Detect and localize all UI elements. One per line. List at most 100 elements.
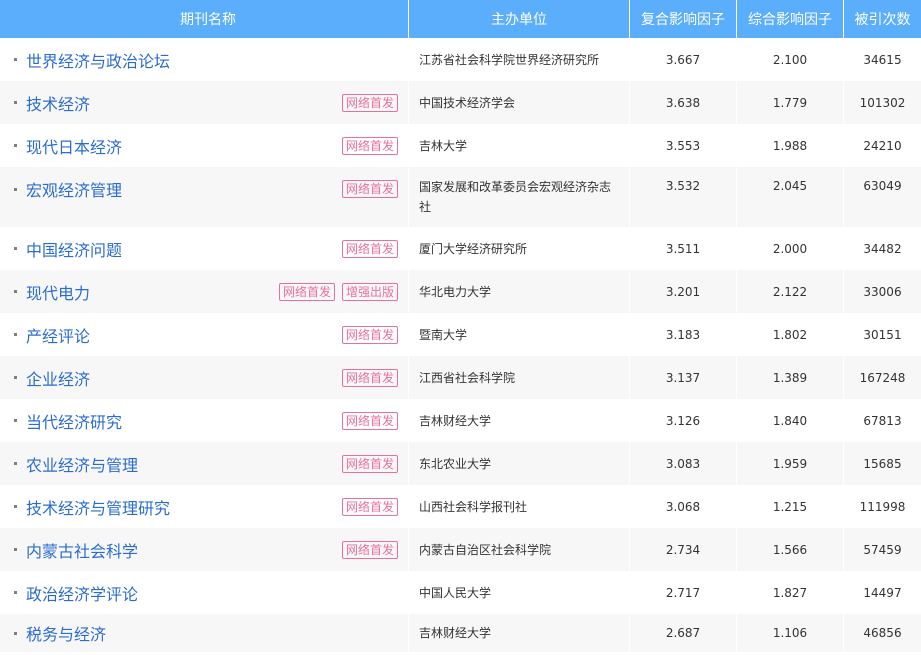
table-body: 世界经济与政治论坛 江苏省社会科学院世界经济研究所 3.667 2.100 34615 技… [0,38,921,652]
badge-group: 网络首发 增强出版 [278,282,398,301]
sponsor-cell: 江西省社会科学院 [409,356,630,399]
comprehensive-impact-factor-cell: 1.215 [737,485,844,528]
header-composite-impact-factor[interactable]: 复合影响因子 [630,0,737,38]
journal-name-cell: 企业经济 网络首发 [0,356,409,399]
bullet-icon [14,101,17,104]
composite-impact-factor-cell: 3.667 [630,38,737,81]
journal-name-wrap: 政治经济学评论 [8,581,398,605]
composite-impact-factor-cell: 3.201 [630,270,737,313]
table-row: 技术经济 网络首发 中国技术经济学会 3.638 1.779 101302 [0,81,921,124]
journal-name-wrap: 企业经济 网络首发 [8,366,398,390]
journal-name-cell: 农业经济与管理 网络首发 [0,442,409,485]
table-row: 农业经济与管理 网络首发 东北农业大学 3.083 1.959 15685 [0,442,921,485]
journal-title-link[interactable]: 内蒙古社会科学 [26,538,342,562]
badge-group: 网络首发 [341,93,398,112]
composite-impact-factor-cell: 3.553 [630,124,737,167]
bullet-icon [14,591,17,594]
composite-impact-factor-cell: 3.532 [630,167,737,227]
table-row: 中国经济问题 网络首发 厦门大学经济研究所 3.511 2.000 34482 [0,227,921,270]
table-row: 内蒙古社会科学 网络首发 内蒙古自治区社会科学院 2.734 1.566 57459 [0,528,921,571]
header-comprehensive-impact-factor[interactable]: 综合影响因子 [737,0,844,38]
bullet-icon [14,290,17,293]
journal-title-link[interactable]: 税务与经济 [26,621,398,645]
online-first-badge: 网络首发 [278,282,335,301]
sponsor-cell: 暨南大学 [409,313,630,356]
table-row: 当代经济研究 网络首发 吉林财经大学 3.126 1.840 67813 [0,399,921,442]
journal-title-link[interactable]: 现代日本经济 [26,134,342,158]
header-journal-name[interactable]: 期刊名称 [0,0,409,38]
journal-title-link[interactable]: 技术经济 [26,91,342,115]
online-first-badge: 网络首发 [341,368,398,387]
bullet-icon [14,548,17,551]
journal-name-cell: 中国经济问题 网络首发 [0,227,409,270]
sponsor-cell: 江苏省社会科学院世界经济研究所 [409,38,630,81]
composite-impact-factor-cell: 3.638 [630,81,737,124]
sponsor-cell: 吉林财经大学 [409,399,630,442]
bullet-icon [14,505,17,508]
journal-name-wrap: 内蒙古社会科学 网络首发 [8,538,398,562]
citation-count-cell: 15685 [844,442,921,485]
journal-name-cell: 现代日本经济 网络首发 [0,124,409,167]
comprehensive-impact-factor-cell: 1.827 [737,571,844,614]
header-sponsor[interactable]: 主办单位 [409,0,630,38]
comprehensive-impact-factor-cell: 2.000 [737,227,844,270]
online-first-badge: 网络首发 [341,136,398,155]
journal-name-cell: 内蒙古社会科学 网络首发 [0,528,409,571]
header-citation-count[interactable]: 被引次数 [844,0,921,38]
table-row: 宏观经济管理 网络首发 国家发展和改革委员会宏观经济杂志社 3.532 2.045 630… [0,167,921,227]
table-row: 技术经济与管理研究 网络首发 山西社会科学报刊社 3.068 1.215 111998 [0,485,921,528]
badge-group: 网络首发 [341,239,398,258]
journal-title-link[interactable]: 农业经济与管理 [26,452,342,476]
sponsor-cell: 中国技术经济学会 [409,81,630,124]
badge-group: 网络首发 [341,368,398,387]
journal-name-cell: 现代电力 网络首发 增强出版 [0,270,409,313]
journal-title-link[interactable]: 世界经济与政治论坛 [26,48,398,72]
badge-group: 网络首发 [341,454,398,473]
table-row: 世界经济与政治论坛 江苏省社会科学院世界经济研究所 3.667 2.100 34615 [0,38,921,81]
online-first-badge: 网络首发 [341,540,398,559]
journal-name-cell: 宏观经济管理 网络首发 [0,167,409,227]
citation-count-cell: 34482 [863,241,902,256]
journal-name-wrap: 产经评论 网络首发 [8,323,398,347]
journal-title-link[interactable]: 企业经济 [26,366,342,390]
journal-name-wrap: 税务与经济 [8,621,398,645]
comprehensive-impact-factor-cell: 1.779 [737,81,844,124]
badge-group: 网络首发 [341,497,398,516]
comprehensive-impact-factor-cell: 2.100 [737,38,844,81]
badge-group: 网络首发 [341,540,398,559]
citation-count-cell: 34615 [863,52,902,67]
comprehensive-impact-factor-cell: 1.959 [737,442,844,485]
bullet-icon [14,247,17,250]
journal-title-link[interactable]: 技术经济与管理研究 [26,495,342,519]
journal-title-link[interactable]: 产经评论 [26,323,342,347]
bullet-icon [14,187,17,191]
composite-impact-factor-cell: 3.183 [630,313,737,356]
badge-group: 网络首发 [341,180,398,198]
journal-title-link[interactable]: 当代经济研究 [26,409,342,433]
composite-impact-factor-cell: 2.717 [630,571,737,614]
journal-name-wrap: 技术经济 网络首发 [8,91,398,115]
online-first-badge: 网络首发 [341,411,398,430]
journal-name-cell: 世界经济与政治论坛 [0,38,409,81]
bullet-icon [14,333,17,336]
bullet-icon [14,631,17,635]
comprehensive-impact-factor-cell: 1.566 [737,528,844,571]
table-row: 企业经济 网络首发 江西省社会科学院 3.137 1.389 167248 [0,356,921,399]
journal-title-link[interactable]: 中国经济问题 [26,237,342,261]
enhanced-publication-badge: 增强出版 [341,282,398,301]
journal-title-link[interactable]: 现代电力 [26,280,279,304]
journal-title-link[interactable]: 宏观经济管理 [26,177,342,201]
bullet-icon [14,58,17,61]
bullet-icon [14,376,17,379]
citation-count-cell: 30151 [863,327,902,342]
online-first-badge: 网络首发 [341,325,398,344]
sponsor-cell: 厦门大学经济研究所 [409,227,630,270]
comprehensive-impact-factor-cell: 2.122 [737,270,844,313]
bullet-icon [14,419,17,422]
table-row: 税务与经济 吉林财经大学 2.687 1.106 46856 [0,614,921,652]
journal-name-wrap: 农业经济与管理 网络首发 [8,452,398,476]
citation-count-cell: 46856 [844,614,921,652]
composite-impact-factor-cell: 2.734 [630,528,737,571]
journal-title-link[interactable]: 政治经济学评论 [26,581,398,605]
comprehensive-impact-factor-cell: 1.840 [737,399,844,442]
